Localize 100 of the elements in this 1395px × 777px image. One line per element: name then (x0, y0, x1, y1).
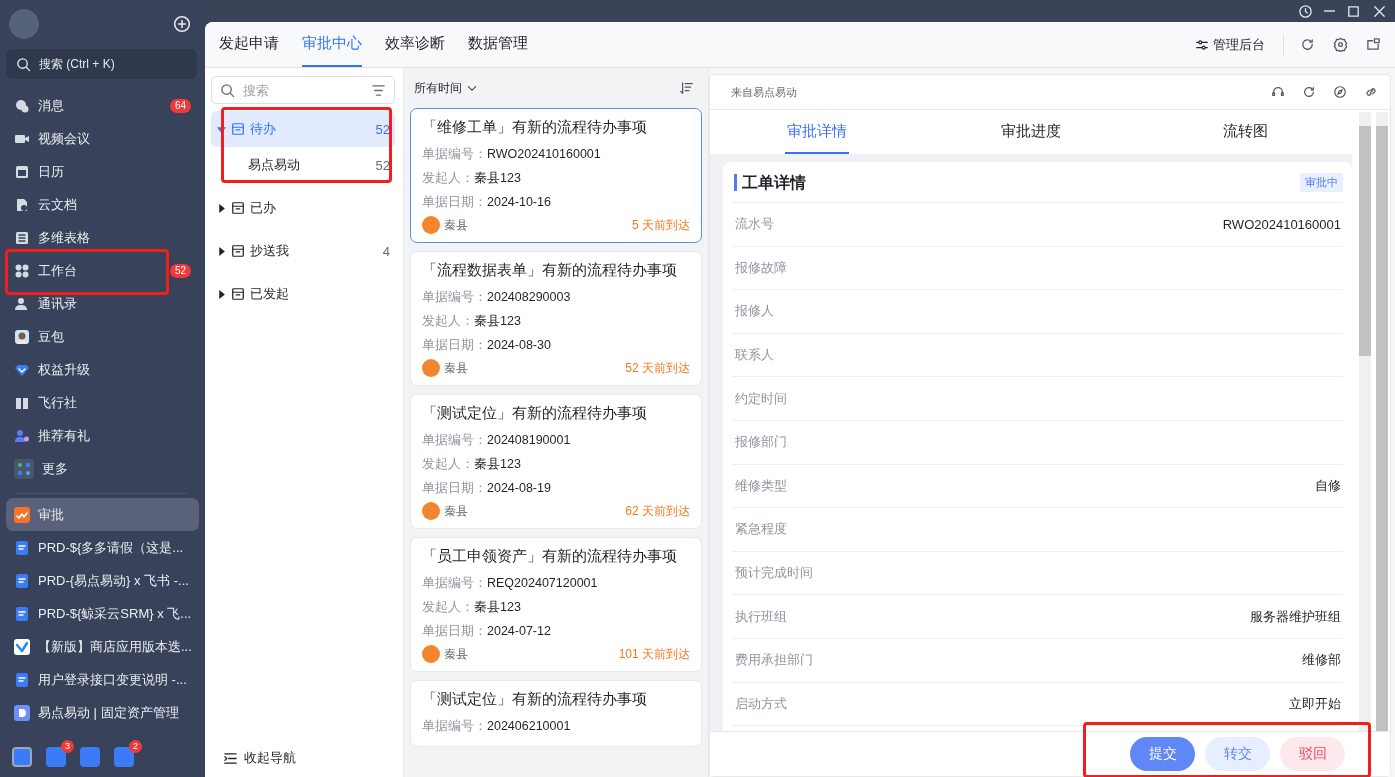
recent-item[interactable]: PRD-${多多请假（这是... (6, 531, 199, 564)
field-value: 2024-07-12 (487, 624, 551, 638)
tab[interactable]: 发起申请 (219, 22, 279, 67)
unread-badge: 2 (129, 740, 142, 753)
refresh-icon (1302, 85, 1316, 99)
recent-item[interactable]: 审批 (6, 498, 199, 531)
field-value: 202408290003 (487, 290, 571, 304)
tab[interactable]: 效率诊断 (385, 22, 445, 67)
sidebar-item[interactable]: 通讯录 (6, 287, 199, 320)
tree-item[interactable]: 待办 52 (211, 111, 395, 147)
caret-icon (217, 289, 226, 299)
sidebar-item[interactable]: 消息 64 (6, 89, 199, 122)
field-label: 启动方式 (735, 694, 787, 713)
tab[interactable]: 审批中心 (302, 22, 362, 67)
tree-item[interactable]: 已发起 (211, 276, 395, 312)
recent-item[interactable]: 用户登录接口变更说明 -... (6, 663, 199, 696)
sidebar-item[interactable]: 豆包 (6, 320, 199, 353)
card-title: 「测试定位」有新的流程待办事项 (422, 404, 648, 423)
card-title: 「测试定位」有新的流程待办事项 (422, 690, 648, 709)
search-bar[interactable]: 搜索 (211, 76, 395, 104)
tree-item[interactable]: 易点易动 52 (211, 147, 395, 183)
user-heart-icon (14, 427, 30, 444)
collapse-nav-button[interactable]: 收起导航 (211, 739, 395, 777)
tab[interactable]: 审批进度 (924, 110, 1138, 154)
approval-card[interactable]: 「维修工单」有新的流程待办事项 单据编号：RWO202410160001 发起人：秦县123 单据日期：2024-10-16 秦县 5 天前到达 (410, 108, 702, 243)
sidebar-item[interactable]: 视频会议 (6, 122, 199, 155)
popout-icon (1366, 37, 1381, 52)
assignee-name: 秦县 (444, 645, 468, 663)
field-value: 自修 (1315, 476, 1342, 495)
compass-icon (1333, 85, 1347, 99)
field-label: 维修类型 (735, 476, 787, 495)
sidebar-item[interactable]: 权益升级 (6, 353, 199, 386)
field-label: 报修部门 (735, 433, 787, 452)
sort-icon[interactable] (678, 79, 696, 97)
search-icon (220, 82, 235, 98)
app-logo-icon (14, 638, 30, 655)
sliders-icon (1195, 37, 1209, 52)
sidebar-item[interactable]: 工作台 52 (6, 254, 199, 287)
field-label: 报修人 (735, 302, 774, 321)
unread-badge: 64 (169, 98, 191, 113)
field-label: 执行班组 (735, 607, 787, 626)
tab[interactable]: 流转图 (1138, 110, 1352, 154)
sidebar-item[interactable]: 云文档 (6, 188, 199, 221)
field-label: 发起人： (422, 171, 474, 185)
compass-icon[interactable] (1331, 83, 1349, 101)
section-title: 工单详情 (734, 173, 806, 191)
scrollbar[interactable] (1376, 112, 1388, 731)
approval-card[interactable]: 「员工申领资产」有新的流程待办事项 单据编号：REQ202407120001 发起人：秦县123 单据日期：2024-07-12 秦县 101 天前到达 (410, 537, 702, 672)
assignee-name: 秦县 (444, 216, 468, 234)
unread-badge: 3 (61, 740, 74, 753)
tree-item[interactable]: 抄送我 4 (211, 233, 395, 269)
recent-item[interactable]: PRD-${鲸采云SRM} x 飞... (6, 597, 199, 630)
refresh-icon (1300, 37, 1315, 52)
user-avatar (422, 645, 440, 663)
add-icon[interactable] (171, 13, 193, 35)
field-value: 秦县123 (474, 600, 521, 614)
field-label: 发起人： (422, 314, 474, 328)
inbox-icon (231, 122, 245, 136)
field-value: 202408190001 (487, 433, 571, 447)
sidebar-item[interactable]: 飞行社 (6, 386, 199, 419)
contact-icon (14, 295, 30, 312)
field-label: 费用承担部门 (735, 651, 813, 670)
search-bar[interactable]: 搜索 (Ctrl + K) (6, 49, 197, 79)
recent-item[interactable]: PRD-{易点易动} x 飞书 -... (6, 564, 199, 597)
recent-item[interactable]: 【新版】商店应用版本迭... (6, 630, 199, 663)
field-value: 秦县123 (474, 457, 521, 471)
field-label: 报修故障 (735, 258, 787, 277)
user-avatar (422, 359, 440, 377)
field-label: 单据日期： (422, 338, 487, 352)
scrollbar[interactable] (1359, 112, 1371, 731)
user-avatar (422, 502, 440, 520)
field-label: 单据编号： (422, 719, 487, 733)
settings-icon[interactable] (1331, 35, 1350, 54)
avatar-icon (14, 328, 30, 345)
admin-button[interactable]: 管理后台 (1191, 31, 1269, 58)
tab[interactable]: 数据管理 (468, 22, 528, 67)
sidebar-item[interactable]: 日历 (6, 155, 199, 188)
sidebar-item[interactable]: 推荐有礼 (6, 419, 199, 452)
workspace-icon[interactable] (12, 747, 32, 767)
caret-icon (217, 203, 226, 213)
source-label: 来自易点易动 (731, 84, 797, 100)
approval-card[interactable]: 「流程数据表单」有新的流程待办事项 单据编号：202408290003 发起人：秦县123 单据日期：2024-08-30 秦县 52 天前到达 (410, 251, 702, 386)
sidebar-item[interactable]: 更多 (6, 452, 199, 485)
field-value: 秦县123 (474, 314, 521, 328)
status-tag: 审批中 (1300, 172, 1343, 192)
field-label: 单据日期： (422, 481, 487, 495)
grid-icon (14, 262, 30, 279)
card-title: 「维修工单」有新的流程待办事项 (422, 118, 648, 137)
sidebar-item[interactable]: 多维表格 (6, 221, 199, 254)
approval-card[interactable]: 「测试定位」有新的流程待办事项 单据编号：202406210001 (410, 680, 702, 747)
tree-item[interactable]: 已办 (211, 190, 395, 226)
doc-icon (14, 671, 30, 688)
search-input[interactable]: 搜索 (Ctrl + K) (37, 56, 191, 72)
arrival-time: 101 天前到达 (618, 645, 690, 663)
approval-card[interactable]: 「测试定位」有新的流程待办事项 单据编号：202408190001 发起人：秦县123 单据日期：2024-08-19 秦县 62 天前到达 (410, 394, 702, 529)
chat-icon (14, 97, 30, 114)
headset-icon (1271, 85, 1285, 99)
field-value: 秦县123 (474, 171, 521, 185)
recent-item[interactable]: 易点易动 | 固定资产管理 (6, 696, 199, 729)
time-filter-dropdown[interactable]: 所有时间 (414, 79, 478, 97)
